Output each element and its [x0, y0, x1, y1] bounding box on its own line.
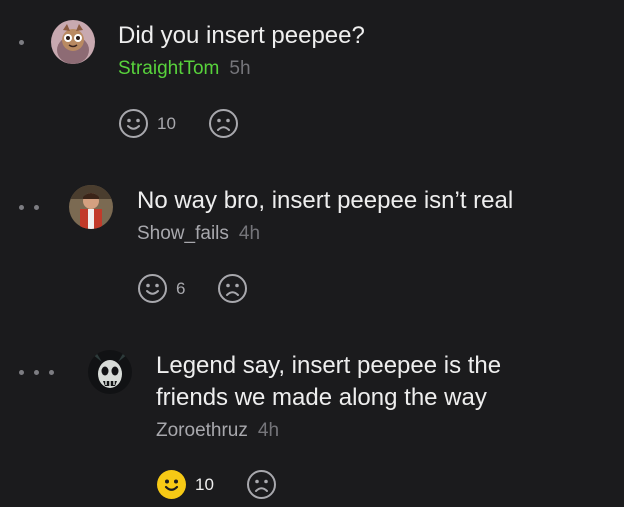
upvote-count: 10 [157, 113, 176, 133]
upvote-count: 10 [195, 474, 214, 494]
downvote-button[interactable] [208, 108, 239, 139]
comment-author[interactable]: Show_fails [137, 223, 229, 244]
happy-face-icon [119, 109, 148, 138]
upvote-button[interactable]: 10 [118, 108, 176, 139]
downvote-button[interactable] [217, 273, 248, 304]
sad-face-icon [208, 109, 238, 138]
avatar[interactable] [88, 350, 132, 394]
comment-time: 5h [229, 58, 251, 79]
thread-depth-dot-icon [34, 370, 39, 375]
comment-author[interactable]: Zoroethruz [156, 420, 248, 441]
thread-depth-dot-icon [49, 370, 54, 375]
comment-text: Did you insert peepee? [118, 22, 365, 49]
upvote-button[interactable]: 10 [156, 469, 214, 500]
avatar[interactable] [51, 20, 95, 64]
avatar[interactable] [69, 185, 113, 229]
upvote-button[interactable]: 6 [137, 273, 185, 304]
thread-depth-dot-icon [19, 40, 24, 45]
comment-text: No way bro, insert peepee isn’t real [137, 187, 514, 214]
upvote-count: 6 [176, 278, 186, 298]
thread-depth-dot-icon [34, 205, 39, 210]
sad-face-icon [218, 274, 248, 303]
downvote-button[interactable] [246, 469, 277, 500]
comment-text: Legend say, insert peepee is the friends… [156, 352, 502, 411]
thread-depth-dot-icon [19, 205, 24, 210]
comment-time: 4h [257, 420, 280, 441]
comment-time: 4h [238, 223, 261, 244]
sad-face-icon [246, 470, 276, 499]
happy-face-icon [138, 274, 167, 303]
thread-depth-indicator [19, 40, 24, 45]
thread-depth-indicator [19, 205, 39, 210]
thread-depth-indicator [19, 370, 54, 375]
thread-depth-dot-icon [19, 370, 24, 375]
happy-face-icon [157, 470, 186, 499]
comment-author[interactable]: StraightTom [118, 58, 219, 79]
